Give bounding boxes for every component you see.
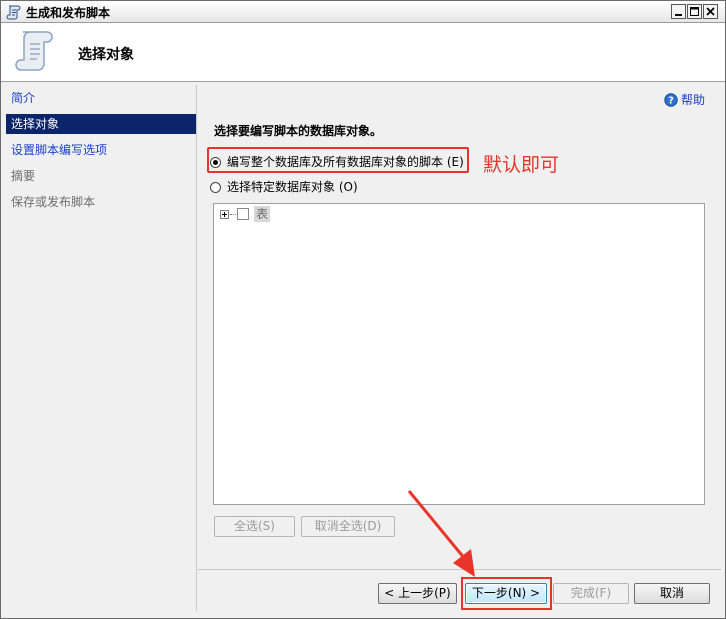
highlight-box-option: [207, 147, 469, 173]
radio-label: 选择特定数据库对象 (O): [227, 180, 358, 194]
radio-button[interactable]: [210, 182, 221, 193]
page-title: 选择对象: [78, 47, 134, 63]
tree-connector: [230, 214, 236, 215]
select-all-button[interactable]: 全选(S): [214, 516, 295, 537]
nav-item-summary: 摘要: [11, 169, 36, 183]
page-header: 选择对象: [1, 23, 725, 82]
nav-item-choose-objects[interactable]: 选择对象: [6, 114, 196, 134]
close-button[interactable]: [703, 4, 718, 19]
annotation-text: 默认即可: [483, 154, 560, 176]
tree-item-label: 表: [254, 206, 271, 222]
svg-text:?: ?: [668, 96, 674, 107]
deselect-all-button[interactable]: 取消全选(D): [301, 516, 395, 537]
expand-plus-icon[interactable]: [220, 210, 229, 219]
red-arrow-annotation: [407, 490, 475, 577]
minimize-button[interactable]: [671, 4, 686, 19]
title-bar[interactable]: 生成和发布脚本: [1, 1, 725, 23]
script-scroll-icon: [15, 31, 53, 71]
maximize-icon: [690, 7, 699, 16]
maximize-button[interactable]: [687, 4, 702, 19]
cancel-button[interactable]: 取消: [634, 583, 710, 604]
nav-item-intro[interactable]: 简介: [6, 88, 196, 108]
window-title: 生成和发布脚本: [26, 6, 111, 20]
dialog-window: 生成和发布脚本 选择对象 简介 选择对象 设置脚本编写选项 摘要 保存或发布脚本: [0, 0, 726, 619]
tree-checkbox[interactable]: [237, 208, 249, 220]
close-icon: [706, 7, 715, 16]
help-label: 帮助: [680, 93, 705, 107]
script-scroll-icon: [6, 5, 21, 20]
help-link[interactable]: ? 帮助: [664, 91, 705, 108]
nav-item-save-or-publish: 保存或发布脚本: [11, 195, 96, 209]
finish-button[interactable]: 完成(F): [553, 583, 629, 604]
minimize-icon: [675, 14, 682, 16]
nav-item-scripting-options[interactable]: 设置脚本编写选项: [6, 140, 196, 160]
help-icon: ?: [664, 93, 678, 107]
wizard-navigation: 简介 选择对象 设置脚本编写选项 摘要 保存或发布脚本: [6, 85, 197, 611]
section-heading: 选择要编写脚本的数据库对象。: [214, 124, 383, 138]
previous-button[interactable]: < 上一步(P): [378, 583, 457, 604]
object-tree[interactable]: 表: [213, 203, 705, 505]
radio-select-specific-objects[interactable]: 选择特定数据库对象 (O): [210, 178, 358, 196]
